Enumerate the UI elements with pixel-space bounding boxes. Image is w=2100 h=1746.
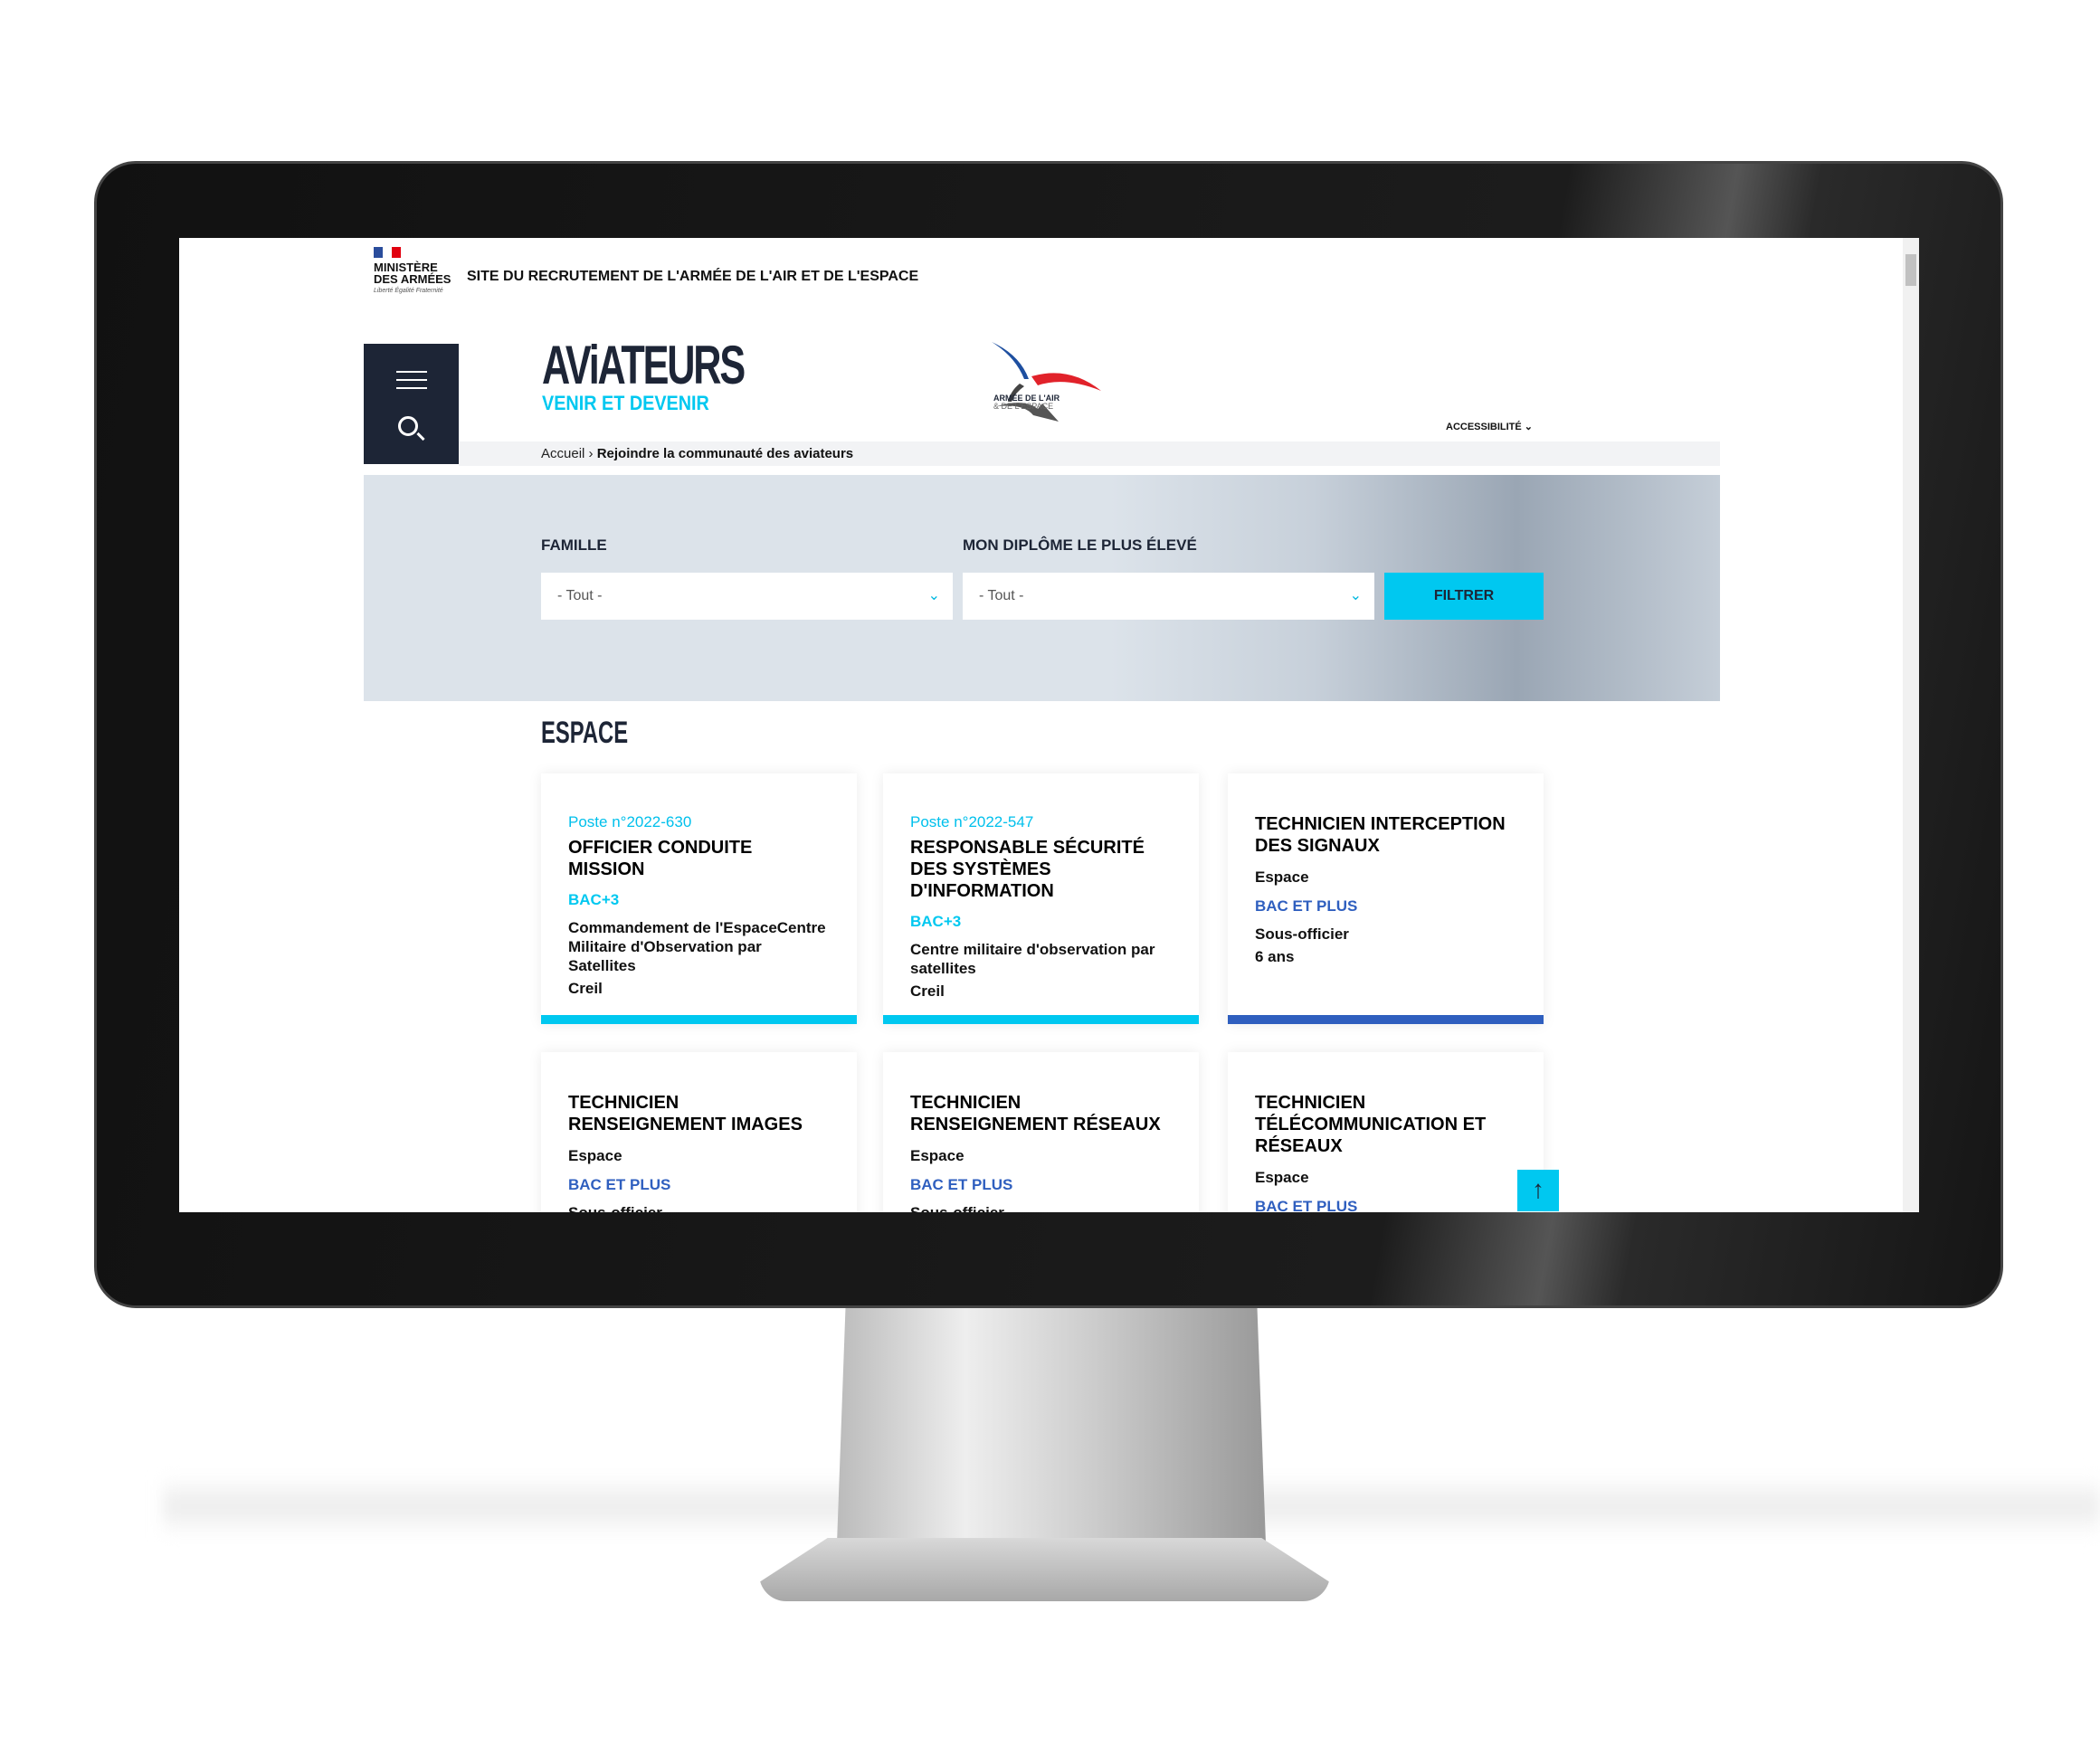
job-reference: Poste n°2022-547 [910, 813, 1034, 830]
logo-title: AViATEURS [542, 335, 746, 395]
breadcrumb: Accueil › Rejoindre la communauté des av… [459, 441, 1720, 466]
job-level: BAC ET PLUS [910, 1176, 1013, 1193]
job-level: BAC ET PLUS [1255, 897, 1358, 915]
menu-icon[interactable] [396, 371, 427, 389]
job-level: BAC ET PLUS [568, 1176, 671, 1193]
job-detail: Sous-officier [568, 1203, 830, 1212]
job-family: Espace [568, 1147, 622, 1164]
diplome-select[interactable]: - Tout - ⌄ [963, 573, 1374, 620]
ministry-logo[interactable]: MINISTÈRE DES ARMÉES Liberté Égalité Fra… [374, 247, 451, 295]
job-title: TECHNICIEN TÉLÉCOMMUNICATION ET RÉSEAUX [1255, 1093, 1487, 1156]
job-title: TECHNICIEN RENSEIGNEMENT RÉSEAUX [910, 1093, 1161, 1134]
arrow-up-icon: ↑ [1532, 1175, 1544, 1203]
job-level: BAC+3 [910, 913, 962, 930]
card-accent-bar [883, 1015, 1199, 1024]
breadcrumb-current: Rejoindre la communauté des aviateurs [596, 446, 854, 461]
card-accent-bar [541, 1015, 857, 1024]
scrollbar-thumb[interactable] [1905, 254, 1916, 286]
logo-subtitle: VENIR ET DEVENIR [542, 392, 709, 414]
job-detail: Sous-officier [910, 1203, 1172, 1212]
ministry-motto: Liberté Égalité Fraternité [374, 288, 443, 294]
job-title: TECHNICIEN RENSEIGNEMENT IMAGES [568, 1093, 803, 1134]
famille-label: FAMILLE [541, 536, 607, 554]
job-detail: Centre militaire d'observation par satel… [910, 941, 1155, 977]
search-icon[interactable] [398, 416, 418, 436]
famille-select[interactable]: - Tout - ⌄ [541, 573, 953, 620]
monitor-stand-neck [837, 1308, 1266, 1543]
diplome-label: MON DIPLÔME LE PLUS ÉLEVÉ [963, 536, 1197, 554]
filter-button[interactable]: FILTRER [1384, 573, 1544, 620]
job-reference: Poste n°2022-630 [568, 813, 692, 830]
job-card[interactable]: TECHNICIEN RENSEIGNEMENT RÉSEAUX Espace BA… [883, 1052, 1199, 1212]
job-card[interactable]: Poste n°2022-547 RESPONSABLE SÉCURITÉ DES… [883, 773, 1199, 1024]
scroll-to-top-button[interactable]: ↑ [1517, 1170, 1559, 1211]
aviateurs-logo[interactable]: AViATEURS VENIR ET DEVENIR [542, 335, 813, 415]
site-title: SITE DU RECRUTEMENT DE L'ARMÉE DE L'AIR … [467, 269, 919, 284]
job-card[interactable]: TECHNICIEN TÉLÉCOMMUNICATION ET RÉSEAUX E… [1228, 1052, 1544, 1212]
job-title: TECHNICIEN INTERCEPTION DES SIGNAUX [1255, 814, 1506, 856]
job-detail: Creil [568, 980, 603, 997]
chevron-down-icon: ⌄ [1524, 422, 1534, 432]
job-card[interactable]: TECHNICIEN INTERCEPTION DES SIGNAUX Espac… [1228, 773, 1544, 1024]
card-accent-bar [1228, 1015, 1544, 1024]
website-screen: MINISTÈRE DES ARMÉES Liberté Égalité Fra… [179, 238, 1919, 1212]
breadcrumb-home[interactable]: Accueil [541, 446, 584, 461]
job-family: Espace [1255, 868, 1309, 886]
job-family: Espace [910, 1147, 964, 1164]
chevron-down-icon: ⌄ [927, 588, 940, 603]
job-detail: 6 ans [1255, 948, 1295, 965]
job-detail: Sous-officier [1255, 925, 1349, 943]
accessibility-menu[interactable]: ACCESSIBILITÉ ⌄ [1446, 421, 1533, 432]
job-detail: Commandement de l'EspaceCentre Militaire… [568, 919, 826, 974]
monitor-stand-base [759, 1538, 1330, 1601]
job-card[interactable]: Poste n°2022-630 OFFICIER CONDUITE MISSIO… [541, 773, 857, 1024]
armee-air-espace-logo[interactable]: ARMÉE DE L'AIR & DE L'ESPACE [988, 338, 1105, 422]
ministry-line2: DES ARMÉES [374, 272, 451, 286]
side-nav [364, 344, 459, 464]
job-title: OFFICIER CONDUITE MISSION [568, 838, 753, 879]
job-level: BAC ET PLUS [1255, 1198, 1358, 1212]
scrollbar[interactable] [1903, 238, 1919, 1212]
job-level: BAC+3 [568, 891, 620, 908]
accessibility-label: ACCESSIBILITÉ [1446, 422, 1522, 432]
armee-logo-line2: & DE L'ESPACE [993, 402, 1054, 411]
job-title: RESPONSABLE SÉCURITÉ DES SYSTÈMES D'INFO… [910, 838, 1145, 901]
marianne-flag-icon [374, 247, 401, 258]
job-card[interactable]: TECHNICIEN RENSEIGNEMENT IMAGES Espace BAC… [541, 1052, 857, 1212]
chevron-down-icon: ⌄ [1349, 588, 1362, 603]
job-family: Espace [1255, 1169, 1309, 1186]
job-detail: Creil [910, 982, 945, 1000]
diplome-value: - Tout - [979, 588, 1024, 603]
famille-value: - Tout - [557, 588, 603, 603]
section-title: ESPACE [541, 716, 629, 750]
